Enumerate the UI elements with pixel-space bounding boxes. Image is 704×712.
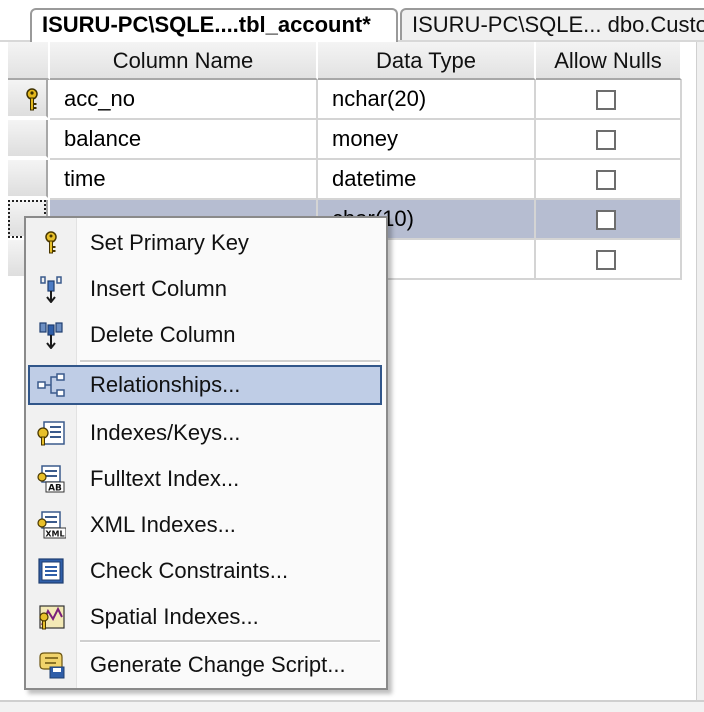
svg-text:AB: AB bbox=[48, 484, 62, 494]
allow-nulls-checkbox[interactable] bbox=[596, 250, 616, 270]
context-menu: Set Primary Key Insert Column Delete Col… bbox=[24, 216, 388, 690]
data-type-header: Data Type bbox=[318, 42, 536, 80]
menu-item-delete-column[interactable]: Delete Column bbox=[26, 312, 386, 358]
allow-nulls-cell bbox=[536, 200, 682, 240]
check-constraints-icon bbox=[38, 558, 64, 584]
allow-nulls-checkbox[interactable] bbox=[596, 90, 616, 110]
menu-item-indexes-keys[interactable]: Indexes/Keys... bbox=[26, 410, 386, 456]
menu-item-label: Set Primary Key bbox=[90, 230, 249, 255]
generate-change-script-icon bbox=[39, 652, 65, 679]
allow-nulls-header: Allow Nulls bbox=[536, 42, 682, 80]
xml-indexes-icon: XML bbox=[37, 511, 66, 539]
document-tab-strip: ISURU-PC\SQLE... dbo.Custo ISURU-PC\SQLE… bbox=[0, 0, 704, 42]
relationships-icon bbox=[37, 373, 65, 397]
tab-customer-table[interactable]: ISURU-PC\SQLE... dbo.Custo bbox=[400, 8, 704, 40]
column-name-header: Column Name bbox=[50, 42, 318, 80]
column-name-cell[interactable]: time bbox=[50, 160, 318, 200]
data-type-cell[interactable]: datetime bbox=[318, 160, 536, 200]
data-type-cell[interactable]: nchar(20) bbox=[318, 80, 536, 120]
spatial-indexes-icon bbox=[39, 605, 65, 630]
column-name-cell[interactable]: balance bbox=[50, 120, 318, 160]
menu-item-label: XML Indexes... bbox=[90, 512, 236, 537]
indexes-keys-icon bbox=[37, 421, 65, 446]
data-type-cell[interactable]: money bbox=[318, 120, 536, 160]
insert-column-icon bbox=[40, 276, 62, 303]
menu-item-label: Delete Column bbox=[90, 322, 236, 347]
allow-nulls-cell bbox=[536, 120, 682, 160]
menu-item-label: Relationships... bbox=[90, 372, 241, 397]
menu-item-label: Fulltext Index... bbox=[90, 466, 240, 491]
column-name-cell[interactable]: acc_no bbox=[50, 80, 318, 120]
menu-item-insert-column[interactable]: Insert Column bbox=[26, 266, 386, 312]
row-selector[interactable] bbox=[8, 120, 48, 158]
tab-tbl-account[interactable]: ISURU-PC\SQLE....tbl_account* bbox=[30, 8, 398, 42]
allow-nulls-cell bbox=[536, 160, 682, 200]
fulltext-index-icon: AB bbox=[37, 465, 65, 494]
primary-key-icon bbox=[26, 88, 38, 111]
allow-nulls-cell bbox=[536, 240, 682, 280]
row-selector-header bbox=[8, 42, 50, 80]
allow-nulls-checkbox[interactable] bbox=[596, 170, 616, 190]
horizontal-scrollbar[interactable] bbox=[0, 700, 704, 712]
menu-item-label: Check Constraints... bbox=[90, 558, 289, 583]
row-selector[interactable] bbox=[8, 160, 48, 198]
svg-text:XML: XML bbox=[45, 530, 64, 539]
menu-item-label: Generate Change Script... bbox=[90, 652, 346, 677]
delete-column-icon bbox=[39, 322, 63, 349]
key-icon bbox=[45, 231, 57, 254]
menu-item-set-primary-key[interactable]: Set Primary Key bbox=[26, 220, 386, 266]
menu-item-label: Spatial Indexes... bbox=[90, 604, 259, 629]
allow-nulls-checkbox[interactable] bbox=[596, 130, 616, 150]
allow-nulls-cell bbox=[536, 80, 682, 120]
menu-item-relationships[interactable]: Relationships... bbox=[26, 362, 386, 408]
menu-item-label: Indexes/Keys... bbox=[90, 420, 241, 445]
menu-item-label: Insert Column bbox=[90, 276, 227, 301]
menu-item-spatial-indexes[interactable]: Spatial Indexes... bbox=[26, 594, 386, 640]
menu-item-check-constraints[interactable]: Check Constraints... bbox=[26, 548, 386, 594]
grid-right-border bbox=[696, 42, 704, 710]
allow-nulls-checkbox[interactable] bbox=[596, 210, 616, 230]
menu-item-xml-indexes[interactable]: XML XML Indexes... bbox=[26, 502, 386, 548]
row-selector[interactable] bbox=[8, 80, 48, 118]
menu-item-generate-change-script[interactable]: Generate Change Script... bbox=[26, 642, 386, 688]
menu-item-fulltext-index[interactable]: AB Fulltext Index... bbox=[26, 456, 386, 502]
